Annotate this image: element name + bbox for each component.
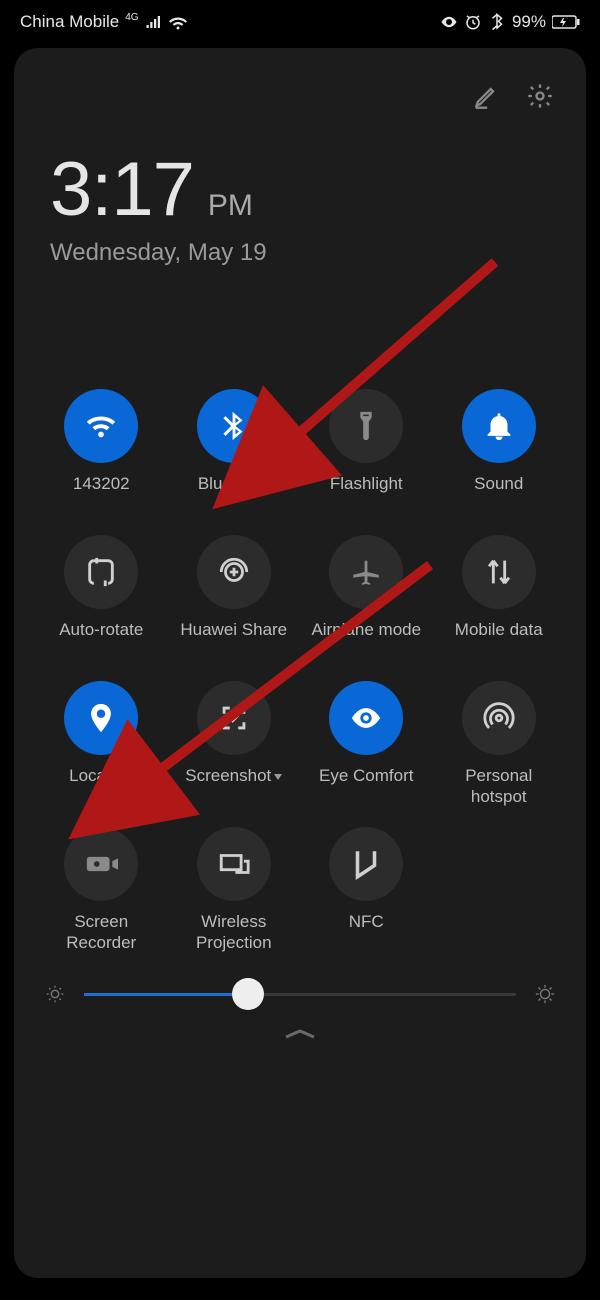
autorotate-label[interactable]: Auto-rotate — [59, 619, 143, 663]
carrier-label: China Mobile — [20, 12, 119, 32]
airplane-toggle[interactable] — [329, 535, 403, 609]
screenshot-toggle[interactable] — [197, 681, 271, 755]
time-text: 3:17 — [50, 146, 194, 233]
flashlight-label[interactable]: Flashlight — [330, 473, 403, 517]
wifi-label[interactable]: 143202 — [73, 473, 130, 517]
tile-autorotate: Auto-rotate — [38, 535, 165, 663]
screenshot-label[interactable]: Screenshot — [185, 765, 282, 809]
nfc-icon — [349, 847, 383, 881]
bell-icon — [482, 409, 516, 443]
battery-text: 99% — [512, 12, 546, 32]
tile-bluetooth: Bluetooth — [171, 389, 298, 517]
wifi-icon — [84, 409, 118, 443]
tile-screenshot: Screenshot — [171, 681, 298, 809]
tile-recorder: Screen Recorder — [38, 827, 165, 955]
tile-mobiledata: Mobile data — [436, 535, 563, 663]
projection-label[interactable]: Wireless Projection — [171, 911, 298, 955]
location-icon — [84, 701, 118, 735]
nfc-label[interactable]: NFC — [349, 911, 384, 955]
brightness-high-icon — [534, 983, 556, 1005]
tile-location: Location — [38, 681, 165, 809]
nfc-toggle[interactable] — [329, 827, 403, 901]
autorotate-toggle[interactable] — [64, 535, 138, 609]
flashlight-icon — [349, 409, 383, 443]
flashlight-toggle[interactable] — [329, 389, 403, 463]
eye-icon — [349, 701, 383, 735]
recorder-label[interactable]: Screen Recorder — [38, 911, 165, 955]
brightness-row — [34, 971, 566, 1009]
rotate-icon — [84, 555, 118, 589]
clock-block: 3:17 PM Wednesday, May 19 — [34, 120, 566, 277]
mobiledata-label[interactable]: Mobile data — [455, 619, 543, 663]
airplane-icon — [349, 555, 383, 589]
hotspot-toggle[interactable] — [462, 681, 536, 755]
sound-label[interactable]: Sound — [474, 473, 523, 517]
tile-eyecomfort: Eye Comfort — [303, 681, 430, 809]
brightness-thumb[interactable] — [232, 978, 264, 1010]
eye-status-icon — [440, 13, 458, 31]
data-icon — [482, 555, 516, 589]
tile-nfc: NFC — [303, 827, 430, 955]
status-bar: China Mobile 4G 99% — [0, 0, 600, 40]
share-icon — [217, 555, 251, 589]
recorder-icon — [84, 847, 118, 881]
projection-icon — [217, 847, 251, 881]
eyecomfort-label[interactable]: Eye Comfort — [319, 765, 413, 809]
alarm-status-icon — [464, 13, 482, 31]
brightness-slider[interactable] — [84, 993, 516, 996]
tiles-grid: 143202 Bluetooth Flashlight Sound Auto-rotat… — [34, 277, 566, 971]
quick-settings-panel: 3:17 PM Wednesday, May 19 143202 Bluetoot… — [14, 48, 586, 1278]
projection-toggle[interactable] — [197, 827, 271, 901]
hotspot-icon — [482, 701, 516, 735]
wifi-toggle[interactable] — [64, 389, 138, 463]
wifi-status-icon — [169, 13, 187, 31]
eyecomfort-toggle[interactable] — [329, 681, 403, 755]
recorder-toggle[interactable] — [64, 827, 138, 901]
tile-wifi: 143202 — [38, 389, 165, 517]
location-label[interactable]: Location — [69, 765, 133, 809]
tile-sound: Sound — [436, 389, 563, 517]
sound-toggle[interactable] — [462, 389, 536, 463]
huaweishare-label[interactable]: Huawei Share — [180, 619, 287, 663]
bluetooth-status-icon — [488, 13, 506, 31]
brightness-low-icon — [44, 983, 66, 1005]
panel-handle[interactable] — [34, 1027, 566, 1041]
ampm-text: PM — [208, 189, 253, 223]
bluetooth-label[interactable]: Bluetooth — [198, 473, 270, 517]
battery-icon — [552, 15, 580, 29]
network-badge: 4G — [125, 12, 138, 23]
location-toggle[interactable] — [64, 681, 138, 755]
bluetooth-icon — [217, 409, 251, 443]
tile-projection: Wireless Projection — [171, 827, 298, 955]
tile-flashlight: Flashlight — [303, 389, 430, 517]
bluetooth-toggle[interactable] — [197, 389, 271, 463]
screenshot-icon — [217, 701, 251, 735]
tile-airplane: Airplane mode — [303, 535, 430, 663]
tile-huaweishare: Huawei Share — [171, 535, 298, 663]
airplane-label[interactable]: Airplane mode — [311, 619, 421, 663]
date-text: Wednesday, May 19 — [50, 239, 550, 267]
mobiledata-toggle[interactable] — [462, 535, 536, 609]
signal-icon — [145, 13, 163, 31]
huaweishare-toggle[interactable] — [197, 535, 271, 609]
tile-hotspot: Personal hotspot — [436, 681, 563, 809]
hotspot-label[interactable]: Personal hotspot — [436, 765, 563, 809]
settings-icon[interactable] — [526, 82, 554, 110]
edit-icon[interactable] — [472, 82, 500, 110]
